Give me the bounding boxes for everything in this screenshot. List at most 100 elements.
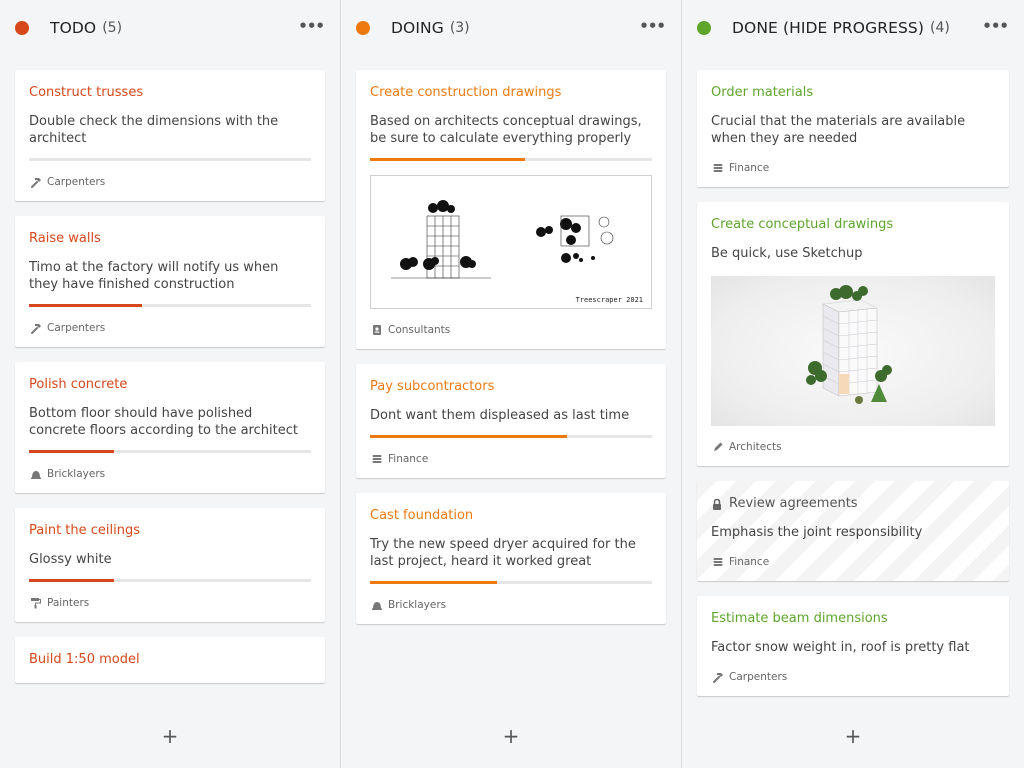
progress-fill [29,304,142,307]
task-card[interactable]: Create construction drawings Based on ar… [356,70,666,349]
card-description: Timo at the factory will notify us when … [29,260,279,292]
column-header: DOING (3) ••• [341,0,681,56]
progress-bar [29,450,311,453]
column-done: DONE (HIDE PROGRESS) (4) ••• Order mater… [682,0,1024,768]
task-card[interactable]: Raise walls Timo at the factory will not… [15,216,325,347]
card-title: Order materials [711,85,814,100]
task-card[interactable]: Cast foundation Try the new speed dryer … [356,493,666,624]
task-card[interactable]: Estimate beam dimensions Factor snow wei… [697,596,1009,696]
pencil-icon [711,441,724,454]
card-title: Polish concrete [29,377,128,392]
status-dot [15,21,29,35]
hardhat-icon [370,599,383,612]
column-title: DOING [391,19,444,37]
image-caption: Treescraper 2021 [575,296,643,304]
card-description: Crucial that the materials are available… [711,114,966,146]
card-tag: Finance [711,555,995,569]
more-options-icon[interactable]: ••• [298,17,325,35]
kanban-board: TODO (5) ••• Construct trusses Double ch… [0,0,1024,768]
card-title: Pay subcontractors [370,379,495,394]
card-title: Cast foundation [370,508,474,523]
coins-icon [711,162,724,175]
contact-card-icon [370,324,383,337]
card-tag: Architects [711,440,995,454]
progress-fill [29,579,114,582]
tag-label: Bricklayers [47,468,106,480]
tag-label: Finance [388,453,429,465]
hammer-icon [29,176,42,189]
column-count: (5) [102,20,123,36]
lock-icon [711,498,723,511]
column-header: DONE (HIDE PROGRESS) (4) ••• [682,0,1024,56]
building-sketch [391,200,614,279]
more-options-icon[interactable]: ••• [639,17,666,35]
card-tag: Carpenters [711,670,995,684]
render-image [711,276,995,426]
task-card[interactable]: Build 1:50 model [15,637,325,683]
tag-label: Carpenters [47,322,106,334]
card-title: Review agreements [729,496,858,511]
task-card[interactable]: Pay subcontractors Dont want them disple… [356,364,666,478]
task-card[interactable]: Construct trusses Double check the dimen… [15,70,325,201]
building-render [806,285,892,404]
card-description: Be quick, use Sketchup [711,246,863,261]
column-count: (3) [449,20,470,36]
progress-bar [370,435,652,438]
task-card[interactable]: Polish concrete Bottom floor should have… [15,362,325,493]
hammer-icon [29,322,42,335]
task-card[interactable]: Create conceptual drawings Be quick, use… [697,202,1009,466]
card-tag: Bricklayers [29,467,311,481]
card-title-row: Review agreements [711,495,995,513]
task-card-locked[interactable]: Review agreements Emphasis the joint res… [697,481,1009,581]
card-description: Bottom floor should have polished concre… [29,406,298,438]
add-card-button[interactable]: + [682,724,1024,748]
tag-label: Finance [729,162,770,174]
coins-icon [711,556,724,569]
tag-label: Architects [729,441,782,453]
card-description: Double check the dimensions with the arc… [29,114,279,146]
tag-label: Consultants [388,324,451,336]
tag-label: Painters [47,597,90,609]
progress-fill [370,158,526,161]
column-header: TODO (5) ••• [0,0,340,56]
status-dot [356,21,370,35]
card-tag: Finance [711,161,995,175]
progress-fill [29,450,114,453]
progress-fill [370,581,497,584]
progress-bar [29,158,311,161]
tag-label: Carpenters [729,671,788,683]
card-description: Try the new speed dryer acquired for the… [370,537,636,569]
status-dot [697,21,711,35]
card-title: Estimate beam dimensions [711,611,888,626]
card-tag: Carpenters [29,321,311,335]
card-title: Construct trusses [29,85,144,100]
progress-bar [370,158,652,161]
card-title: Raise walls [29,231,101,246]
add-card-button[interactable]: + [0,724,340,748]
sketch-image: Treescraper 2021 [370,175,652,309]
progress-bar [29,304,311,307]
tag-label: Carpenters [47,176,106,188]
column-title: TODO [50,19,97,37]
card-title: Paint the ceilings [29,523,141,538]
card-tag: Painters [29,596,311,610]
add-card-button[interactable]: + [341,724,681,748]
card-tag: Carpenters [29,175,311,189]
card-tag: Bricklayers [370,598,652,612]
paint-roller-icon [29,597,42,610]
card-title: Create conceptual drawings [711,217,894,232]
column-title: DONE (HIDE PROGRESS) [732,19,924,37]
card-description: Based on architects conceptual drawings,… [370,114,642,146]
tag-label: Finance [729,556,770,568]
progress-bar [370,581,652,584]
task-card[interactable]: Paint the ceilings Glossy white Painters [15,508,325,622]
task-card[interactable]: Order materials Crucial that the materia… [697,70,1009,187]
more-options-icon[interactable]: ••• [982,17,1009,35]
column-count: (4) [930,20,950,36]
card-description: Dont want them displeased as last time [370,408,630,423]
card-description: Emphasis the joint responsibility [711,525,923,540]
progress-bar [29,579,311,582]
column-todo: TODO (5) ••• Construct trusses Double ch… [0,0,341,768]
tag-label: Bricklayers [388,599,447,611]
coins-icon [370,453,383,466]
